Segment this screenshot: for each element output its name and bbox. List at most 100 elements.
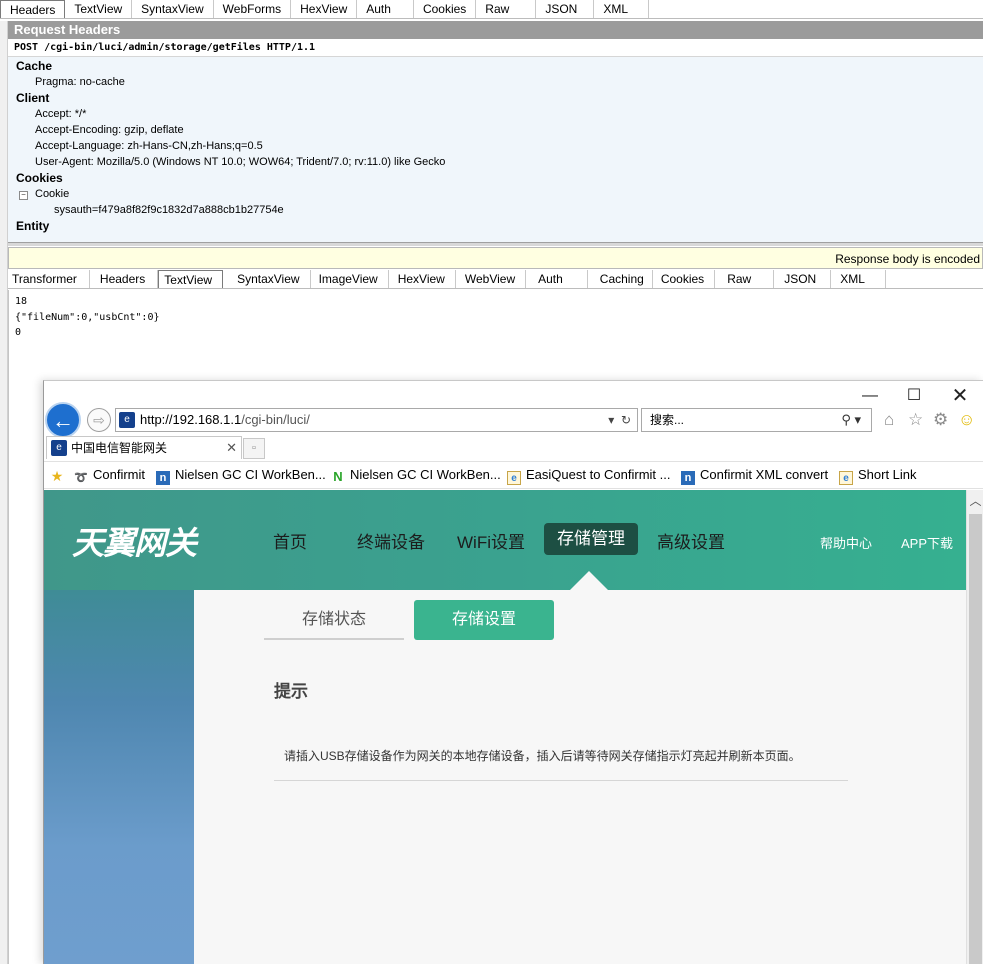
tab-resp-json[interactable]: JSON <box>774 270 832 288</box>
tab-resp-textview[interactable]: TextView <box>158 270 224 288</box>
tab-resp-xml[interactable]: XML <box>831 270 886 288</box>
tab-resp-cookies[interactable]: Cookies <box>653 270 716 288</box>
app-download-link[interactable]: APP下载 <box>901 533 953 552</box>
tip-title: 提示 <box>274 682 308 701</box>
add-favorite-icon[interactable]: ★ <box>50 466 69 484</box>
request-line: POST /cgi-bin/luci/admin/storage/getFile… <box>8 39 983 57</box>
tab-resp-auth[interactable]: Auth <box>526 270 588 288</box>
favorite-link[interactable]: ➰ Confirmit <box>74 466 145 485</box>
request-tab-bar: Headers TextView SyntaxView WebForms Hex… <box>0 0 983 19</box>
favorites-star-icon[interactable]: ☆ <box>908 410 923 430</box>
tab-storage-status[interactable]: 存储状态 <box>264 600 404 640</box>
browser-tab[interactable]: e 中国电信智能网关 ✕ <box>46 436 242 459</box>
page-scrollbar[interactable]: ︿ <box>966 490 983 964</box>
group-client[interactable]: Client <box>16 91 49 105</box>
gear-icon[interactable]: ⚙ <box>933 410 948 430</box>
favorite-label: EasiQuest to Confirmit ... <box>526 467 671 482</box>
pane-splitter[interactable] <box>8 242 983 246</box>
maximize-icon[interactable]: ☐ <box>899 386 929 408</box>
divider <box>274 780 848 781</box>
tab-transformer[interactable]: Transformer <box>8 270 90 288</box>
header-pragma[interactable]: Pragma: no-cache <box>35 76 125 88</box>
group-cookies[interactable]: Cookies <box>16 171 63 185</box>
header-user-agent[interactable]: User-Agent: Mozilla/5.0 (Windows NT 10.0… <box>35 156 445 168</box>
favorite-label: Confirmit <box>93 467 146 482</box>
nav-storage[interactable]: 存储管理 <box>544 523 638 555</box>
header-accept[interactable]: Accept: */* <box>35 108 86 120</box>
tab-resp-webview[interactable]: WebView <box>456 270 527 288</box>
tab-storage-settings[interactable]: 存储设置 <box>414 600 554 640</box>
nielsen-icon: n <box>681 471 695 485</box>
search-input[interactable]: 搜索... ⚲ ▾ <box>641 408 872 432</box>
forward-arrow-icon[interactable]: ⇨ <box>87 408 111 432</box>
favorites-bar: ★ ➰ Confirmit n Nielsen GC CI WorkBen... N… <box>44 461 983 489</box>
group-entity[interactable]: Entity <box>16 219 49 233</box>
tab-auth[interactable]: Auth <box>357 0 414 18</box>
brand-logo[interactable]: 天翼网关 <box>72 518 197 564</box>
header-accept-encoding[interactable]: Accept-Encoding: gzip, deflate <box>35 124 184 136</box>
tab-favicon-icon: e <box>51 440 67 456</box>
address-bar[interactable]: e http://192.168.1.1/cgi-bin/luci/ ▾ ↻ <box>115 408 638 432</box>
tab-title: 中国电信智能网关 <box>71 441 168 455</box>
response-line: {"fileNum":0,"usbCnt":0} <box>15 312 160 323</box>
close-icon[interactable]: ✕ <box>945 386 975 408</box>
home-icon[interactable]: ⌂ <box>884 410 894 430</box>
favorite-label: Short Link <box>858 467 917 482</box>
header-cookie[interactable]: Cookie <box>35 188 69 200</box>
site-favicon-icon: e <box>119 412 135 428</box>
back-arrow-icon[interactable]: ← <box>45 402 81 438</box>
tab-hexview[interactable]: HexView <box>291 0 358 18</box>
scroll-thumb[interactable] <box>969 514 982 964</box>
tab-json[interactable]: JSON <box>536 0 595 18</box>
tab-resp-headers[interactable]: Headers <box>90 270 159 288</box>
tab-headers[interactable]: Headers <box>0 0 66 18</box>
search-icon[interactable]: ⚲ ▾ <box>841 409 861 431</box>
tab-raw[interactable]: Raw <box>476 0 537 18</box>
tab-textview[interactable]: TextView <box>65 0 133 18</box>
nav-advanced[interactable]: 高级设置 <box>657 528 725 553</box>
group-cache[interactable]: Cache <box>16 59 52 73</box>
tab-resp-caching[interactable]: Caching <box>588 270 653 288</box>
encoded-notice[interactable]: Response body is encoded <box>8 247 983 269</box>
close-tab-icon[interactable]: ✕ <box>226 437 237 459</box>
browser-tab-row: e 中国电信智能网关 ✕ ▫ <box>44 436 983 460</box>
smiley-feedback-icon[interactable]: ☺ <box>958 410 975 430</box>
url-path: /cgi-bin/luci/ <box>241 412 310 427</box>
left-panel-edge <box>0 21 8 964</box>
help-center-link[interactable]: 帮助中心 <box>820 533 872 552</box>
url-host: http://192.168.1.1 <box>140 412 242 427</box>
favorite-link[interactable]: e Short Link <box>839 466 917 485</box>
tab-cookies[interactable]: Cookies <box>414 0 477 18</box>
favorite-label: Nielsen GC CI WorkBen... <box>350 467 501 482</box>
header-accept-language[interactable]: Accept-Language: zh-Hans-CN,zh-Hans;q=0.… <box>35 140 263 152</box>
tab-webforms[interactable]: WebForms <box>214 0 292 18</box>
favorite-link[interactable]: e EasiQuest to Confirmit ... <box>507 466 671 485</box>
nav-wifi[interactable]: WiFi设置 <box>457 528 525 553</box>
collapse-icon[interactable]: − <box>19 191 28 200</box>
nielsen-green-icon: N <box>333 469 343 484</box>
confirmit-icon: ➰ <box>74 472 88 484</box>
screen: Headers TextView SyntaxView WebForms Hex… <box>0 0 983 964</box>
favorite-link[interactable]: N Nielsen GC CI WorkBen... <box>331 466 501 484</box>
headers-tree[interactable]: Cache Pragma: no-cache Client Accept: */… <box>8 57 983 242</box>
content-panel: 存储状态 存储设置 提示 请插入USB存储设备作为网关的本地存储设备，插入后请等… <box>194 590 966 964</box>
new-tab-icon[interactable]: ▫ <box>243 438 265 459</box>
favorite-link[interactable]: n Nielsen GC CI WorkBen... <box>156 466 326 485</box>
tab-resp-imageview[interactable]: ImageView <box>311 270 389 288</box>
request-headers-title: Request Headers <box>8 21 983 39</box>
tab-syntaxview[interactable]: SyntaxView <box>132 0 214 18</box>
search-placeholder: 搜索... <box>650 413 685 427</box>
tab-resp-raw[interactable]: Raw <box>715 270 775 288</box>
response-tab-bar: Transformer Headers TextView SyntaxView … <box>8 270 983 289</box>
favorite-link[interactable]: n Confirmit XML convert <box>681 466 828 485</box>
tab-resp-syntaxview[interactable]: SyntaxView <box>223 270 311 288</box>
tab-xml[interactable]: XML <box>594 0 650 18</box>
response-line: 18 <box>15 296 28 307</box>
cookie-sysauth[interactable]: sysauth=f479a8f82f9c1832d7a888cb1b27754e <box>54 204 284 216</box>
nav-devices[interactable]: 终端设备 <box>357 528 425 553</box>
minimize-icon[interactable]: — <box>855 386 885 408</box>
refresh-icon[interactable]: ▾ ↻ <box>608 409 631 431</box>
nav-home[interactable]: 首页 <box>273 528 307 553</box>
scroll-up-icon[interactable]: ︿ <box>967 490 983 512</box>
tab-resp-hexview[interactable]: HexView <box>389 270 456 288</box>
